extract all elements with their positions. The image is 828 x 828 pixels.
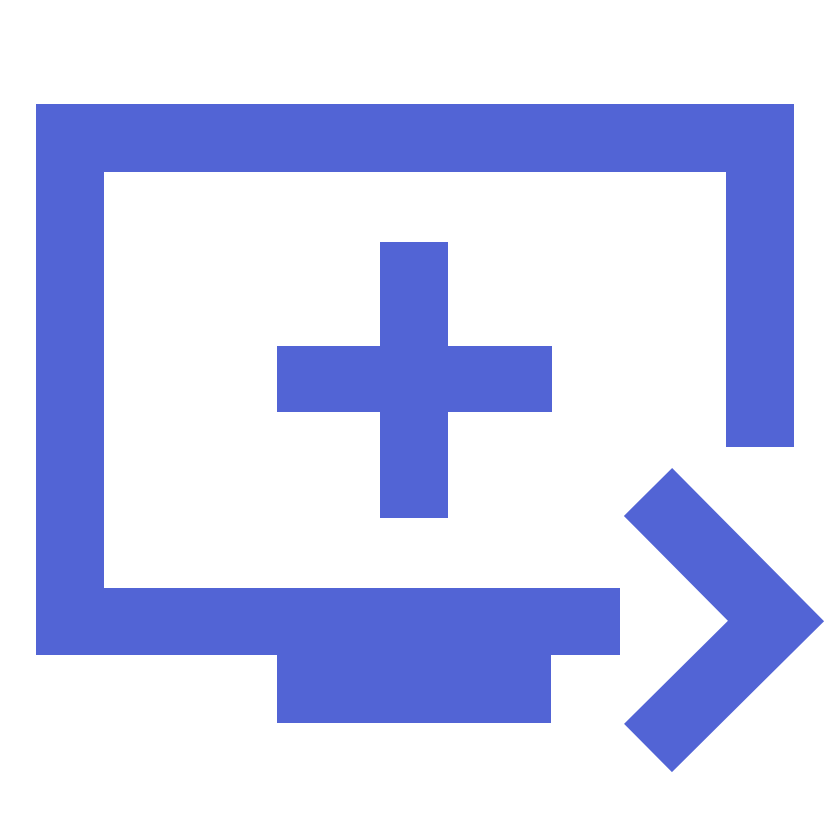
monitor-stand (277, 655, 551, 723)
plus-icon (277, 242, 552, 518)
chevron-stroke (623, 468, 825, 773)
icon-canvas (0, 0, 828, 828)
plus-horizontal-bar (277, 346, 552, 412)
add-to-screen-icon (36, 104, 825, 773)
chevron-right-icon (623, 468, 825, 773)
